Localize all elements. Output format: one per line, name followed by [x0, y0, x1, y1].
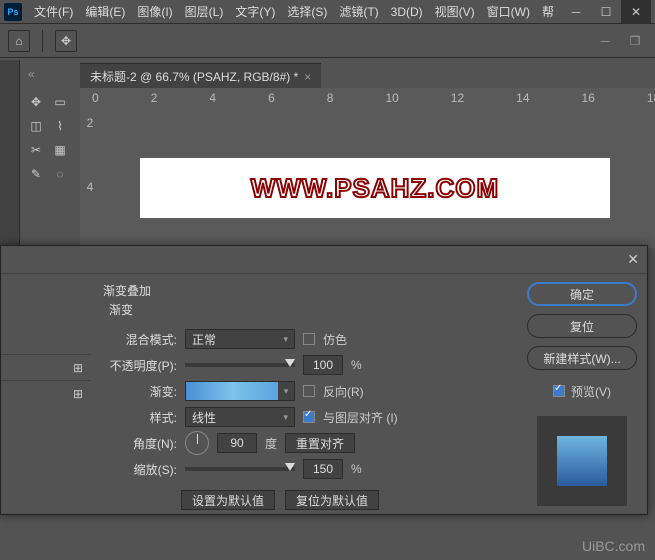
chevron-down-icon: ▾	[278, 382, 294, 400]
chevron-left-icon[interactable]: «	[28, 67, 35, 81]
dialog-sidebar: ⊞ ⊞	[1, 274, 91, 514]
chevron-down-icon: ▾	[283, 412, 288, 423]
menu-type[interactable]: 文字(Y)	[229, 3, 281, 20]
ok-button[interactable]: 确定	[527, 282, 637, 306]
quick-select-tool-icon[interactable]: ◌	[50, 164, 70, 184]
scale-slider[interactable]	[185, 467, 295, 471]
scale-unit: %	[351, 462, 362, 476]
preview-label: 预览(V)	[571, 383, 611, 400]
menu-view[interactable]: 视图(V)	[429, 3, 481, 20]
window-close[interactable]: ✕	[621, 0, 651, 24]
gradient-label: 渐变:	[103, 383, 177, 400]
opacity-slider[interactable]	[185, 363, 295, 367]
text-layer: WWW.PSAHZ.COM	[251, 173, 499, 204]
document-tab[interactable]: 未标题-2 @ 66.7% (PSAHZ, RGB/8#) * ×	[80, 63, 321, 89]
ruler-horizontal: 02468101214161820	[80, 88, 655, 108]
close-icon[interactable]: ✕	[627, 251, 639, 268]
reset-align-button[interactable]: 重置对齐	[285, 433, 355, 453]
scale-input[interactable]: 150	[303, 459, 343, 479]
menu-layer[interactable]: 图层(L)	[179, 3, 230, 20]
add-effect-1[interactable]: ⊞	[1, 354, 91, 380]
lasso-tool-icon[interactable]: ⌇	[50, 116, 70, 136]
crop-tool-icon[interactable]: ✂	[26, 140, 46, 160]
new-style-button[interactable]: 新建样式(W)...	[527, 346, 637, 370]
menu-3d[interactable]: 3D(D)	[385, 5, 429, 19]
style-label: 样式:	[103, 409, 177, 426]
gradient-picker[interactable]: ▾	[185, 381, 295, 401]
reset-default-button[interactable]: 复位为默认值	[285, 490, 379, 510]
ruler-vertical: 24	[80, 108, 100, 248]
reverse-label: 反向(R)	[323, 383, 364, 400]
left-panel-collapse[interactable]	[0, 60, 20, 260]
menu-file[interactable]: 文件(F)	[28, 3, 79, 20]
window-maximize[interactable]: ☐	[591, 0, 621, 24]
home-icon[interactable]: ⌂	[8, 30, 30, 52]
section-subtitle: 渐变	[109, 301, 505, 318]
opacity-unit: %	[351, 358, 362, 372]
section-title: 渐变叠加	[103, 282, 505, 299]
toolbox-header: «	[22, 64, 35, 84]
document-tab-title: 未标题-2 @ 66.7% (PSAHZ, RGB/8#) *	[90, 68, 298, 85]
dialog-content: 渐变叠加 渐变 混合模式: 正常▾ 仿色 不透明度(P): 100 % 渐变: …	[91, 274, 517, 514]
menu-window[interactable]: 窗口(W)	[481, 3, 536, 20]
menu-bar: Ps 文件(F) 编辑(E) 图像(I) 图层(L) 文字(Y) 选择(S) 滤…	[0, 0, 655, 24]
preview-swatch	[537, 416, 627, 506]
angle-label: 角度(N):	[103, 435, 177, 452]
angle-unit: 度	[265, 435, 277, 452]
move-tool-icon[interactable]: ✥	[26, 92, 46, 112]
options-bar: ⌂ ✥ ─ ❐	[0, 24, 655, 58]
angle-input[interactable]: 90	[217, 433, 257, 453]
add-effect-2[interactable]: ⊞	[1, 380, 91, 406]
artboard-tool-icon[interactable]: ▭	[50, 92, 70, 112]
scale-label: 缩放(S):	[103, 461, 177, 478]
toolbox: ✥ ▭ ◫ ⌇ ✂ ▦ ✎ ◌	[22, 88, 70, 188]
doc-minimize[interactable]: ─	[593, 34, 617, 48]
watermark: UiBC.com	[582, 538, 645, 554]
align-checkbox[interactable]	[303, 411, 315, 423]
cancel-button[interactable]: 复位	[527, 314, 637, 338]
layer-style-dialog: ✕ ⊞ ⊞ 渐变叠加 渐变 混合模式: 正常▾ 仿色 不透明度(P): 100 …	[0, 245, 648, 515]
menu-help[interactable]: 帮	[536, 3, 560, 20]
make-default-button[interactable]: 设置为默认值	[181, 490, 275, 510]
close-tab-icon[interactable]: ×	[304, 70, 311, 84]
eyedropper-tool-icon[interactable]: ✎	[26, 164, 46, 184]
blend-mode-label: 混合模式:	[103, 331, 177, 348]
chevron-down-icon: ▾	[283, 334, 288, 345]
artboard: WWW.PSAHZ.COM	[140, 158, 610, 218]
window-minimize[interactable]: ─	[561, 0, 591, 24]
marquee-tool-icon[interactable]: ◫	[26, 116, 46, 136]
align-label: 与图层对齐 (I)	[323, 409, 398, 426]
opacity-label: 不透明度(P):	[103, 357, 177, 374]
menu-image[interactable]: 图像(I)	[131, 3, 178, 20]
menu-filter[interactable]: 滤镜(T)	[333, 3, 384, 20]
menu-select[interactable]: 选择(S)	[281, 3, 333, 20]
dither-label: 仿色	[323, 331, 347, 348]
angle-dial[interactable]	[185, 431, 209, 455]
move-tool-icon[interactable]: ✥	[55, 30, 77, 52]
app-icon: Ps	[4, 3, 22, 21]
canvas-area[interactable]: WWW.PSAHZ.COM	[100, 108, 655, 248]
preview-checkbox[interactable]	[553, 385, 565, 397]
blend-mode-select[interactable]: 正常▾	[185, 329, 295, 349]
dialog-buttons: 确定 复位 新建样式(W)... 预览(V)	[517, 274, 647, 514]
frame-tool-icon[interactable]: ▦	[50, 140, 70, 160]
dither-checkbox[interactable]	[303, 333, 315, 345]
doc-restore[interactable]: ❐	[623, 34, 647, 48]
opacity-input[interactable]: 100	[303, 355, 343, 375]
style-select[interactable]: 线性▾	[185, 407, 295, 427]
document-tabs: 未标题-2 @ 66.7% (PSAHZ, RGB/8#) * ×	[80, 64, 321, 88]
menu-edit[interactable]: 编辑(E)	[79, 3, 131, 20]
dialog-titlebar[interactable]: ✕	[1, 246, 647, 274]
reverse-checkbox[interactable]	[303, 385, 315, 397]
